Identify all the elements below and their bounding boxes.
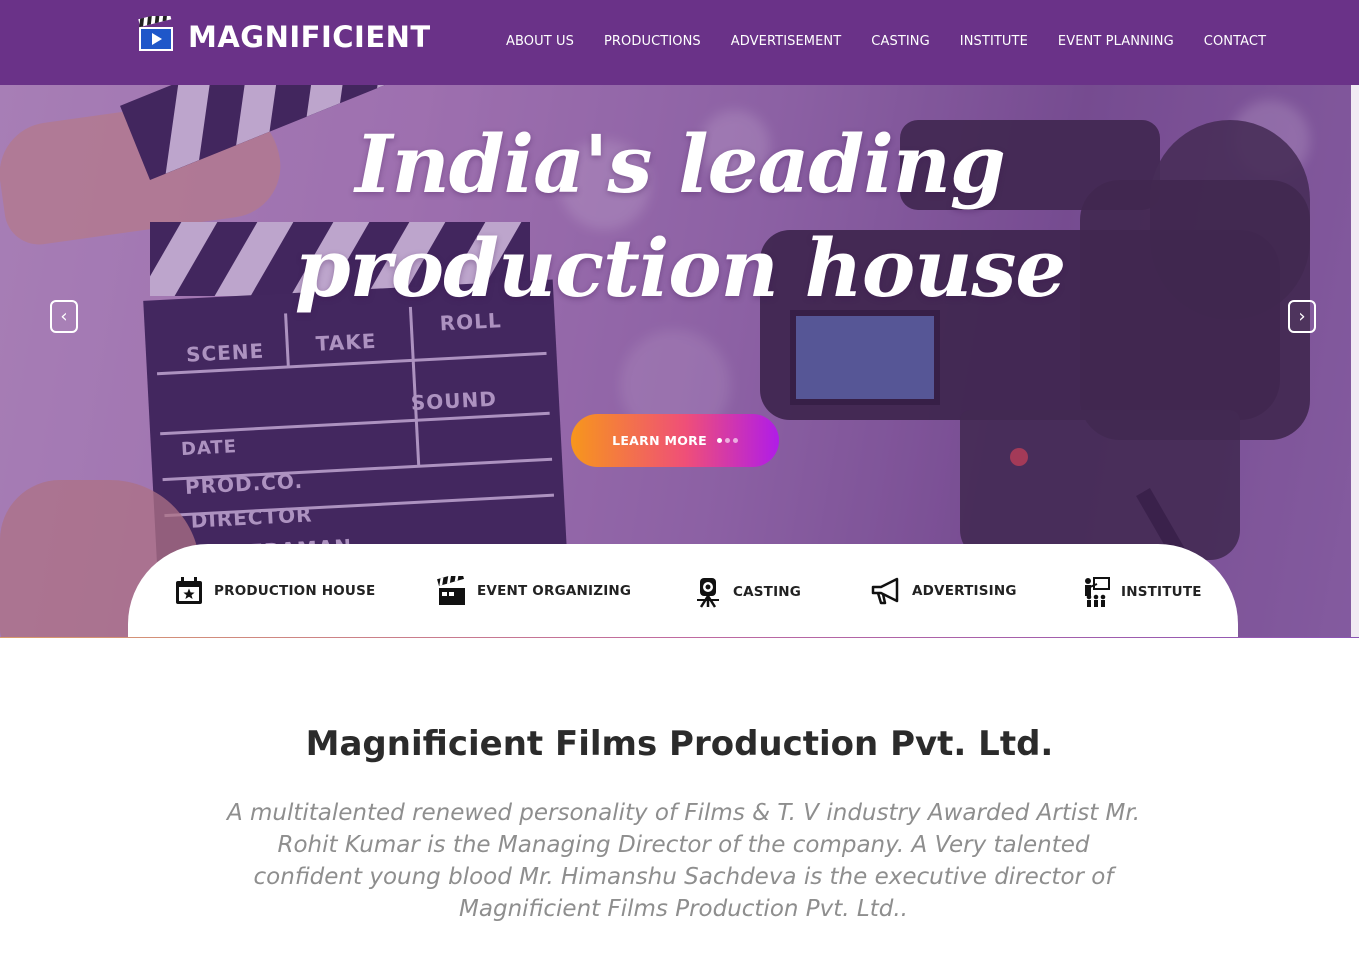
nav-institute[interactable]: INSTITUTE: [960, 34, 1028, 49]
section-divider: [0, 637, 1359, 638]
service-label: INSTITUTE: [1121, 584, 1202, 600]
services-bar: PRODUCTION HOUSE EVENT ORGANIZING CASTIN…: [128, 544, 1238, 638]
nav-productions[interactable]: PRODUCTIONS: [604, 34, 701, 49]
next-slide-button[interactable]: ›: [1288, 300, 1316, 333]
navbar: MAGNIFICIENT ABOUT US PRODUCTIONS ADVERT…: [0, 0, 1359, 85]
service-production-house[interactable]: PRODUCTION HOUSE: [174, 576, 375, 606]
nav-contact[interactable]: CONTACT: [1204, 34, 1266, 49]
service-label: PRODUCTION HOUSE: [214, 583, 376, 599]
camera-tripod-icon: [697, 578, 719, 608]
clapperboard-play-icon: [138, 11, 174, 52]
service-label: ADVERTISING: [912, 583, 1017, 599]
classroom-icon: [1085, 577, 1110, 607]
nav-about-us[interactable]: ABOUT US: [506, 34, 574, 49]
nav-event-planning[interactable]: EVENT PLANNING: [1058, 34, 1174, 49]
nav-advertisement[interactable]: ADVERTISEMENT: [731, 34, 842, 49]
megaphone-icon: [871, 577, 899, 605]
calendar-star-icon: [176, 577, 202, 604]
about-title: Magnificient Films Production Pvt. Ltd.: [305, 724, 1054, 764]
service-event-organizing[interactable]: EVENT ORGANIZING: [437, 576, 631, 606]
service-advertising[interactable]: ADVERTISING: [870, 576, 1017, 606]
service-label: EVENT ORGANIZING: [477, 583, 632, 599]
main-nav: ABOUT US PRODUCTIONS ADVERTISEMENT CASTI…: [506, 34, 1296, 49]
service-casting[interactable]: CASTING: [693, 576, 801, 608]
learn-more-button[interactable]: LEARN MORE: [571, 414, 779, 467]
page-edge: [1351, 0, 1359, 638]
about-text: A multitalented renewed personality of F…: [226, 800, 1141, 922]
dots-icon: [716, 438, 738, 443]
learn-more-label: LEARN MORE: [612, 433, 707, 448]
nav-casting[interactable]: CASTING: [871, 34, 930, 49]
service-label: CASTING: [733, 584, 802, 600]
brand-logo[interactable]: MAGNIFICIENT: [138, 11, 431, 54]
chevron-right-icon: ›: [1298, 305, 1306, 327]
hero-headline: India's leading production house: [280, 112, 1080, 320]
clapperboard-icon: [437, 576, 465, 605]
service-institute[interactable]: INSTITUTE: [1081, 576, 1202, 608]
prev-slide-button[interactable]: ‹: [50, 300, 78, 333]
brand-name: MAGNIFICIENT: [188, 20, 431, 54]
hero-banner: SCENE TAKE ROLL SOUND DATE PROD.CO. DIRE…: [0, 0, 1359, 638]
chevron-left-icon: ‹: [60, 305, 68, 327]
hero-headline-line: production house: [294, 221, 1067, 315]
hero-headline-line: India's leading: [355, 117, 1006, 211]
